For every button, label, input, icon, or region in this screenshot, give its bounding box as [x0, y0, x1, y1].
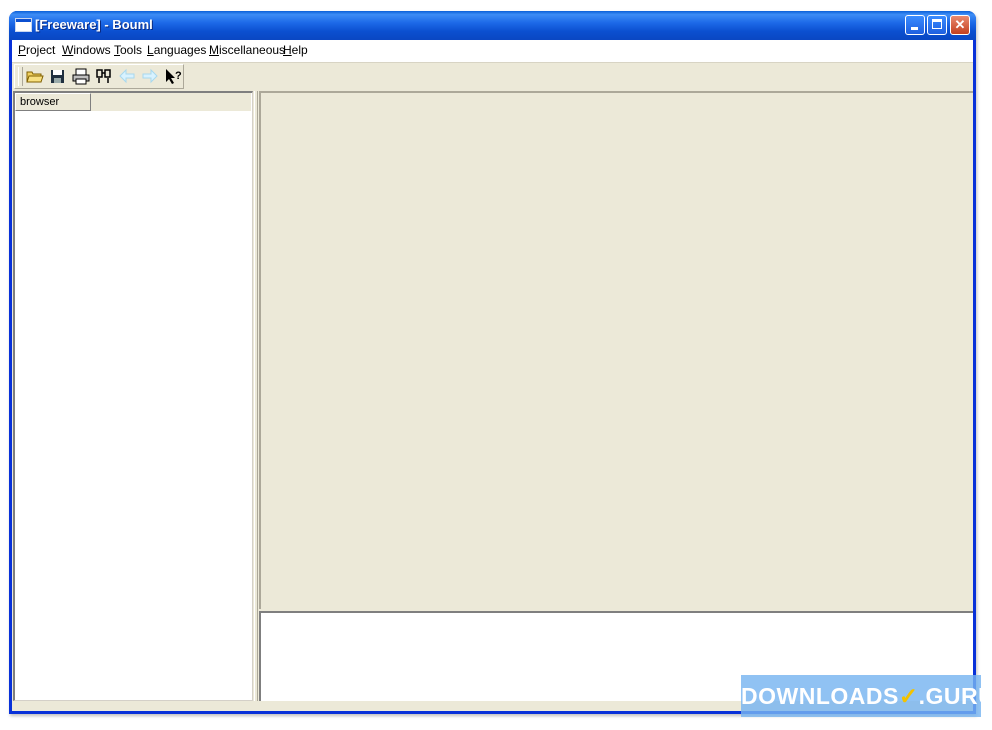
- forward-arrow-icon: [142, 68, 158, 84]
- downloads-guru-watermark: DOWNLOADS✓.GURU: [741, 675, 992, 717]
- vertical-splitter[interactable]: [254, 91, 258, 701]
- app-icon[interactable]: [15, 18, 32, 32]
- find-button[interactable]: [95, 68, 113, 85]
- open-button[interactable]: [26, 68, 44, 85]
- close-button[interactable]: ✕: [950, 15, 970, 35]
- svg-text:?: ?: [175, 70, 182, 82]
- menu-miscellaneous[interactable]: Miscellaneous: [209, 43, 285, 57]
- close-icon: ✕: [954, 17, 966, 32]
- maximize-button[interactable]: [927, 15, 947, 35]
- whats-this-help-icon: ?: [166, 69, 182, 84]
- title-bar[interactable]: [Freeware] - Bouml ✕: [9, 11, 976, 40]
- save-button[interactable]: [49, 68, 67, 85]
- menu-windows[interactable]: Windows: [62, 43, 111, 57]
- minimize-button[interactable]: [905, 15, 925, 35]
- menu-languages[interactable]: Languages: [147, 43, 206, 57]
- browser-header: browser: [15, 93, 251, 111]
- menu-bar: Project Windows Tools Languages Miscella…: [12, 40, 973, 63]
- toolbar-grip-handle[interactable]: [18, 67, 23, 86]
- forward-button[interactable]: [141, 68, 159, 85]
- toolbar: ?: [14, 64, 184, 89]
- browser-panel[interactable]: browser: [13, 91, 253, 701]
- maximize-icon: [932, 19, 942, 29]
- download-arrow-icon: ✓: [898, 683, 919, 709]
- print-icon: [72, 68, 90, 85]
- open-folder-icon: [26, 71, 44, 83]
- menu-project[interactable]: Project: [18, 43, 55, 57]
- menu-help[interactable]: Help: [283, 43, 308, 57]
- back-arrow-icon: [119, 68, 135, 84]
- save-icon: [51, 70, 64, 83]
- print-button[interactable]: [72, 68, 90, 85]
- window-title: [Freeware] - Bouml: [35, 17, 153, 32]
- find-icon: [96, 69, 111, 83]
- app-window: [Freeware] - Bouml ✕ Project Windows Too…: [9, 11, 976, 714]
- menu-tools[interactable]: Tools: [114, 43, 142, 57]
- diagram-workspace[interactable]: [259, 91, 973, 609]
- browser-column-header[interactable]: browser: [15, 93, 91, 111]
- client-area: Project Windows Tools Languages Miscella…: [12, 40, 973, 711]
- whats-this-button[interactable]: ?: [164, 68, 182, 85]
- back-button[interactable]: [118, 68, 136, 85]
- minimize-icon: [911, 27, 918, 30]
